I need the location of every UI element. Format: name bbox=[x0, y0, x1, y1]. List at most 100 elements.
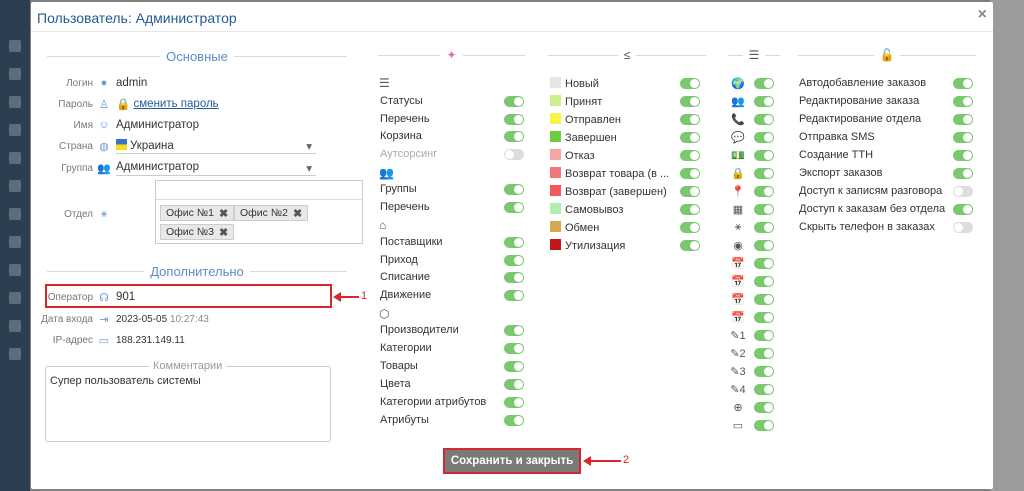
right-toggle[interactable] bbox=[953, 167, 973, 179]
perm-toggle[interactable] bbox=[504, 271, 524, 283]
globe-icon: ◍ bbox=[99, 140, 109, 153]
perm-toggle[interactable] bbox=[504, 342, 524, 354]
right-toggle[interactable] bbox=[953, 95, 973, 107]
comment-legend: Комментарии bbox=[149, 360, 227, 372]
icon-perm-toggle[interactable] bbox=[754, 185, 774, 197]
dept-tag: Офис №2 ✖ bbox=[234, 205, 309, 221]
save-close-button[interactable]: Сохранить и закрыть bbox=[443, 448, 581, 474]
country-select[interactable]: Украина ▾ bbox=[116, 138, 316, 154]
status-toggle[interactable] bbox=[680, 239, 700, 251]
icon-perm-toggle[interactable] bbox=[754, 95, 774, 107]
icon-perm-toggle[interactable] bbox=[754, 257, 774, 269]
icon-perm-toggle[interactable] bbox=[754, 329, 774, 341]
icon-perm-toggle[interactable] bbox=[754, 131, 774, 143]
status-name: Возврат товара (в ... bbox=[565, 167, 670, 180]
icon-perm-toggle[interactable] bbox=[754, 311, 774, 323]
dept-search-input[interactable] bbox=[156, 181, 362, 200]
remove-icon[interactable]: ✖ bbox=[219, 207, 228, 220]
login-row: Логин ● admin bbox=[31, 74, 147, 92]
perm-row: Приход bbox=[380, 252, 524, 268]
right-toggle[interactable] bbox=[953, 77, 973, 89]
icon-perm-toggle[interactable] bbox=[754, 401, 774, 413]
right-row: Скрыть телефон в заказах bbox=[799, 219, 973, 235]
icon-perm-row: 💬 bbox=[730, 129, 774, 145]
perm-toggle[interactable] bbox=[504, 95, 524, 107]
dept-row: Отдел ⚹ bbox=[31, 205, 116, 223]
perm-toggle[interactable] bbox=[504, 289, 524, 301]
status-toggle[interactable] bbox=[680, 113, 700, 125]
perm-row: Производители bbox=[380, 322, 524, 338]
status-swatch bbox=[550, 94, 561, 106]
right-toggle[interactable] bbox=[953, 149, 973, 161]
users-icon: 👥 bbox=[731, 95, 745, 108]
status-toggle[interactable] bbox=[680, 167, 700, 179]
right-toggle[interactable] bbox=[953, 131, 973, 143]
perm-toggle[interactable] bbox=[504, 130, 524, 142]
icon-perm-toggle[interactable] bbox=[754, 239, 774, 251]
status-name: Отправлен bbox=[565, 113, 621, 126]
login-value: admin bbox=[116, 77, 148, 89]
perm-toggle[interactable] bbox=[504, 201, 524, 213]
status-toggle[interactable] bbox=[680, 203, 700, 215]
perm-toggle[interactable] bbox=[504, 396, 524, 408]
perm-toggle[interactable] bbox=[504, 254, 524, 266]
icon-perm-toggle[interactable] bbox=[754, 365, 774, 377]
status-toggle[interactable] bbox=[680, 185, 700, 197]
icon-perm-toggle[interactable] bbox=[754, 77, 774, 89]
icon-perm-row: ✎4 bbox=[730, 381, 774, 397]
status-swatch bbox=[550, 130, 561, 142]
perm-row: Цвета bbox=[380, 376, 524, 392]
perm-toggle[interactable] bbox=[504, 236, 524, 248]
dept-multiselect[interactable]: Офис №1 ✖ Офис №2 ✖ Офис №3 ✖ bbox=[155, 180, 363, 244]
flag-icon bbox=[116, 138, 127, 150]
icon-perm-toggle[interactable] bbox=[754, 149, 774, 161]
group-select[interactable]: Администратор ▾ bbox=[116, 161, 316, 176]
key-icon: ♙ bbox=[99, 98, 109, 111]
user-modal: Пользователь: Администратор × Основные Л… bbox=[31, 2, 993, 489]
perm-toggle[interactable] bbox=[504, 324, 524, 336]
icon-perm-toggle[interactable] bbox=[754, 203, 774, 215]
icon-perm-toggle[interactable] bbox=[754, 113, 774, 125]
right-label: Доступ к записям разговора bbox=[799, 185, 943, 197]
status-toggle[interactable] bbox=[680, 95, 700, 107]
status-toggle[interactable] bbox=[680, 221, 700, 233]
remove-icon[interactable]: ✖ bbox=[293, 207, 302, 220]
perm-toggle[interactable] bbox=[504, 113, 524, 125]
barcode-icon: ▦ bbox=[732, 203, 744, 216]
operator-input[interactable]: 901 bbox=[116, 291, 135, 303]
icon-perm-row: 📅 bbox=[730, 291, 774, 307]
status-toggle[interactable] bbox=[680, 149, 700, 161]
icon-perm-toggle[interactable] bbox=[754, 275, 774, 287]
name-row: Имя ☺ Администратор bbox=[31, 116, 199, 134]
status-name: Утилизация bbox=[565, 239, 626, 252]
icon-perm-toggle[interactable] bbox=[754, 347, 774, 359]
login-label: Логин bbox=[66, 77, 93, 89]
palette-icon: ✦ bbox=[446, 48, 457, 62]
right-toggle[interactable] bbox=[953, 113, 973, 125]
perm-toggle[interactable] bbox=[504, 378, 524, 390]
status-toggle[interactable] bbox=[680, 77, 700, 89]
icon-perm-row: 🔒 bbox=[730, 165, 774, 181]
icon-perm-toggle[interactable] bbox=[754, 383, 774, 395]
ip-value: 188.231.149.11 bbox=[116, 334, 185, 346]
comment-textarea[interactable]: Супер пользователь системы bbox=[45, 366, 331, 442]
country-label: Страна bbox=[58, 140, 93, 152]
right-toggle[interactable] bbox=[953, 203, 973, 215]
icon-perm-toggle[interactable] bbox=[754, 419, 774, 431]
perm-toggle[interactable] bbox=[504, 183, 524, 195]
name-input[interactable]: Администратор bbox=[116, 119, 199, 131]
right-toggle[interactable] bbox=[953, 185, 973, 197]
status-label: Принят bbox=[550, 94, 602, 108]
status-toggle[interactable] bbox=[680, 131, 700, 143]
change-password-link[interactable]: сменить пароль bbox=[134, 98, 219, 110]
icon-perm-toggle[interactable] bbox=[754, 221, 774, 233]
icon-perm-toggle[interactable] bbox=[754, 293, 774, 305]
perm-toggle[interactable] bbox=[504, 414, 524, 426]
right-toggle[interactable] bbox=[953, 221, 973, 233]
icon-perm-toggle[interactable] bbox=[754, 167, 774, 179]
perm-toggle[interactable] bbox=[504, 148, 524, 160]
close-icon[interactable]: × bbox=[978, 6, 987, 24]
remove-icon[interactable]: ✖ bbox=[219, 226, 228, 239]
status-swatch bbox=[550, 166, 561, 178]
perm-toggle[interactable] bbox=[504, 360, 524, 372]
